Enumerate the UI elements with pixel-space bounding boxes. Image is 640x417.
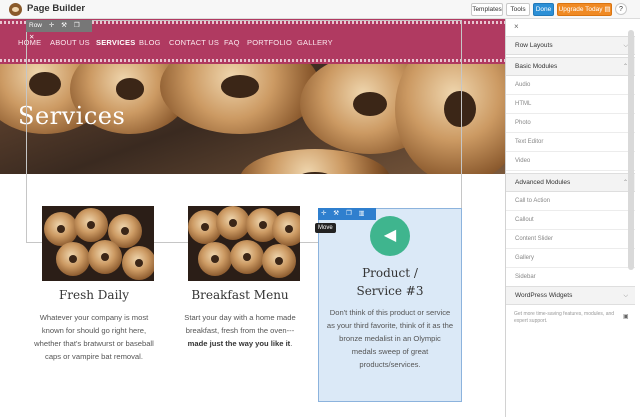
bagels-photo — [42, 206, 154, 281]
wrench-icon[interactable]: ⚒ — [61, 22, 67, 29]
module-item-html[interactable]: HTML — [506, 95, 635, 114]
bagel-image — [122, 246, 154, 280]
bagel-image — [88, 240, 122, 274]
column-text: Don't think of this product or service a… — [326, 308, 454, 369]
column-text: Start your day with a home made breakfas… — [176, 311, 304, 350]
upgrade-promo-text: Get more time-saving features, modules, … — [514, 311, 615, 324]
chevron-down-icon: ⌵ — [623, 293, 628, 299]
tools-button[interactable]: Tools — [506, 3, 530, 16]
close-panel-icon[interactable]: × — [514, 22, 519, 31]
bagel-image — [56, 242, 90, 276]
bagel-image — [74, 208, 108, 242]
modules-panel: × Row Layouts ⌵ Basic Modules ⌃ Audio HT… — [505, 19, 640, 417]
wrench-icon[interactable]: ⚒ — [333, 210, 339, 217]
module-item-sidebar[interactable]: Sidebar — [506, 268, 635, 287]
bagel-image — [44, 212, 78, 246]
copy-icon[interactable]: ❐ — [346, 210, 352, 217]
column-title-line: Service #3 — [356, 284, 424, 298]
section-advanced-modules[interactable]: Advanced Modules ⌃ — [506, 173, 635, 192]
column-text: Whatever your company is most known for … — [34, 313, 154, 361]
done-button[interactable]: Done — [533, 3, 554, 16]
section-label: WordPress Widgets — [515, 292, 573, 299]
column-text-part: Start your day with a home made breakfas… — [184, 313, 296, 335]
module-toolbar[interactable]: ✛ ⚒ ❐ ▥ ✕ — [318, 208, 376, 229]
bagel-image — [272, 212, 300, 246]
module-item-callout[interactable]: Callout — [506, 211, 635, 230]
section-wordpress-widgets[interactable]: WordPress Widgets ⌵ — [506, 286, 635, 305]
external-link-icon[interactable]: ▣ — [623, 313, 629, 320]
bagel-image — [198, 242, 232, 276]
copy-icon[interactable]: ❐ — [74, 22, 80, 29]
bagel-image — [262, 244, 296, 278]
module-item-gallery[interactable]: Gallery — [506, 249, 635, 268]
column-title: Breakfast Menu — [191, 288, 289, 302]
upgrade-button[interactable]: Upgrade Today ▤ — [557, 3, 612, 16]
module-item-content-slider[interactable]: Content Slider — [506, 230, 635, 249]
upgrade-label: Upgrade Today — [558, 6, 603, 13]
section-label: Row Layouts — [515, 42, 553, 49]
column-title: Product / Service #3 — [318, 264, 462, 300]
module-item-audio[interactable]: Audio — [506, 76, 635, 95]
module-item-call-to-action[interactable]: Call to Action — [506, 192, 635, 211]
module-item-text-editor[interactable]: Text Editor — [506, 133, 635, 152]
section-label: Advanced Modules — [515, 179, 571, 186]
bagels-photo — [188, 206, 300, 281]
cart-icon: ▤ — [604, 6, 611, 13]
move-tooltip: Move — [315, 223, 336, 233]
section-basic-modules[interactable]: Basic Modules ⌃ — [506, 57, 635, 76]
column-text-part: . — [290, 339, 293, 348]
row-label: Row — [29, 22, 43, 29]
columns-icon[interactable]: ▥ — [359, 210, 365, 217]
templates-button[interactable]: Templates — [471, 3, 503, 16]
panel-scrollbar[interactable] — [628, 30, 634, 270]
bagel-image — [216, 206, 250, 240]
column-text-bold: made just the way you like it — [187, 339, 291, 348]
close-icon[interactable]: ✕ — [29, 34, 34, 41]
help-button[interactable]: ? — [615, 3, 627, 15]
column-title-line: Product / — [362, 266, 418, 280]
bagel-image — [230, 240, 264, 274]
app-logo-icon — [9, 3, 22, 16]
builder-top-bar: Page Builder Templates Tools Done Upgrad… — [0, 0, 640, 19]
megaphone-icon: ◀ — [370, 216, 410, 256]
module-item-photo[interactable]: Photo — [506, 114, 635, 133]
move-icon[interactable]: ✛ — [49, 22, 54, 29]
section-label: Basic Modules — [515, 63, 558, 70]
column-title: Fresh Daily — [58, 288, 130, 302]
row-toolbar[interactable]: Row ✛ ⚒ ❐ ✕ — [26, 20, 92, 41]
app-title: Page Builder — [27, 3, 86, 14]
module-item-video[interactable]: Video — [506, 152, 635, 171]
section-row-layouts[interactable]: Row Layouts ⌵ — [506, 36, 635, 55]
move-icon[interactable]: ✛ — [321, 210, 326, 217]
